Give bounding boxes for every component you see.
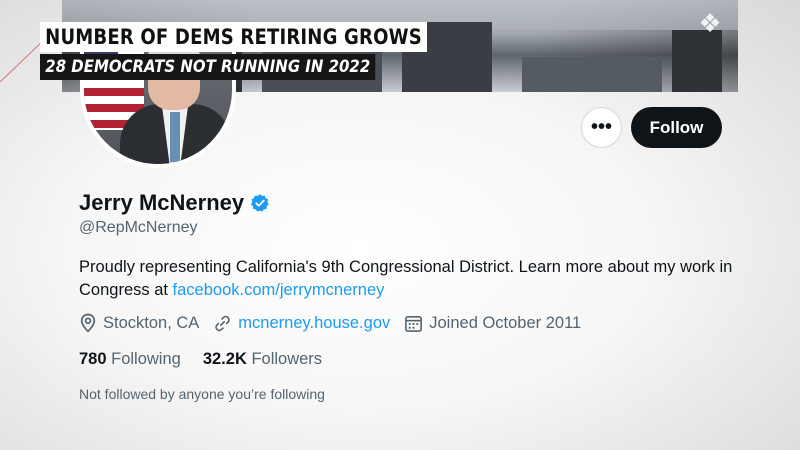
location-pin-icon <box>80 313 96 333</box>
location-text: Stockton, CA <box>103 313 200 332</box>
website-item[interactable]: mcnerney.house.gov <box>213 314 390 333</box>
followers-label: Followers <box>251 350 323 368</box>
calendar-icon <box>405 315 423 332</box>
network-logo-icon: ❖ <box>698 8 722 38</box>
avatar-tie <box>170 112 180 162</box>
more-options-button[interactable]: ••• <box>581 107 622 148</box>
profile-name: Jerry McNerney <box>79 190 245 215</box>
joined-item: Joined October 2011 <box>404 314 581 333</box>
profile-name-row: Jerry McNerney <box>79 190 270 216</box>
news-headline: NUMBER OF DEMS RETIRING GROWS <box>40 22 428 52</box>
follow-stats: 780 Following 32.2K Followers <box>79 350 344 369</box>
bio-link[interactable]: facebook.com/jerrymcnerney <box>173 281 385 299</box>
banner-building <box>522 57 662 92</box>
following-count: 780 <box>79 350 107 368</box>
followers-count: 32.2K <box>202 350 247 368</box>
following-label: Following <box>111 350 181 368</box>
news-subheadline: 28 DEMOCRATS NOT RUNNING IN 2022 <box>40 54 376 80</box>
location-item: Stockton, CA <box>79 313 199 333</box>
followers-link[interactable]: 32.2K Followers <box>203 350 322 369</box>
following-link[interactable]: 780 Following <box>79 350 181 369</box>
profile-meta: Stockton, CA mcnerney.house.gov Joined O… <box>79 313 595 333</box>
website-link[interactable]: mcnerney.house.gov <box>238 314 390 333</box>
profile-handle: @RepMcNerney <box>79 219 198 236</box>
verified-badge-icon[interactable] <box>250 193 270 213</box>
followed-by-text: Not followed by anyone you’re following <box>79 386 325 402</box>
joined-text: Joined October 2011 <box>429 313 582 332</box>
link-icon <box>215 315 230 331</box>
profile-bio: Proudly representing California's 9th Co… <box>79 256 739 302</box>
follow-button[interactable]: Follow <box>631 107 722 148</box>
